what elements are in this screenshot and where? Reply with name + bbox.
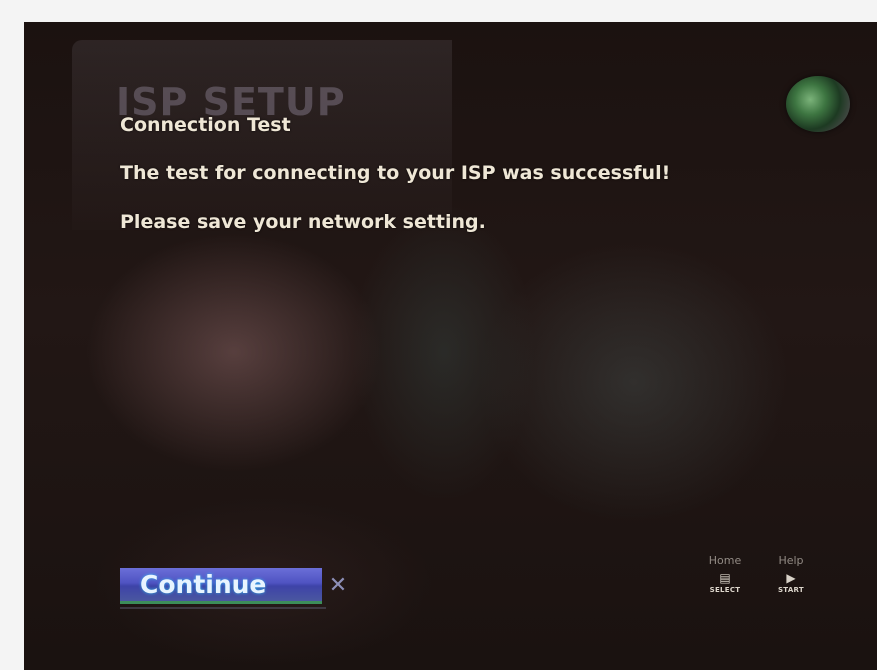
button-underline — [120, 607, 326, 609]
select-button-icon: ▤ — [719, 571, 731, 585]
continue-button-label: Continue — [140, 570, 267, 599]
status-message: The test for connecting to your ISP was … — [120, 162, 671, 184]
page-title: Connection Test — [120, 114, 291, 136]
help-hint-key: START — [777, 586, 805, 594]
home-hint-label: Home — [708, 554, 742, 567]
home-hint-key: SELECT — [709, 586, 741, 594]
home-hint: Home ▤ SELECT — [700, 554, 750, 594]
continue-button[interactable]: Continue — [120, 568, 322, 604]
help-hint-label: Help — [778, 554, 804, 567]
instruction-message: Please save your network setting. — [120, 211, 486, 233]
help-hint: Help ▶ START — [766, 554, 816, 594]
tv-screen: ISP SETUP Connection Test The test for c… — [24, 22, 877, 670]
close-icon[interactable]: ✕ — [328, 574, 348, 598]
start-button-icon: ▶ — [786, 571, 796, 585]
status-orb-icon — [786, 76, 850, 132]
